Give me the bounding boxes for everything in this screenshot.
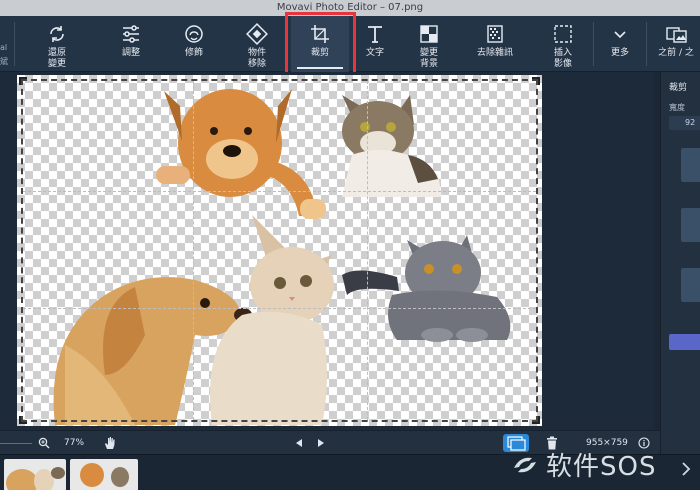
crop-handle-bottom-right[interactable] bbox=[532, 416, 540, 424]
next-image-button[interactable] bbox=[316, 431, 326, 455]
retouch-label: 修飾 bbox=[184, 48, 203, 58]
denoise-icon bbox=[487, 25, 503, 43]
watermark-text: 软件SOS bbox=[546, 452, 657, 482]
crop-handle-bottom-left[interactable] bbox=[19, 416, 27, 424]
watermark-logo bbox=[514, 457, 536, 472]
before-after-icon bbox=[666, 27, 687, 43]
before-after-label: 之前 / 之 bbox=[658, 48, 694, 58]
crop-guide-line bbox=[23, 308, 536, 309]
more-label: 更多 bbox=[610, 48, 629, 58]
crop-settings-panel: 裁剪 寬度 92 bbox=[660, 72, 700, 490]
insert-image-label: 插入 影像 bbox=[553, 48, 572, 69]
redo-changes-label: 還原 變更 bbox=[47, 48, 66, 69]
toolbar-left-fragment-bottom: 斌 bbox=[0, 57, 8, 66]
retouch-button[interactable]: 修飾 bbox=[167, 16, 221, 72]
toolbar-divider bbox=[593, 22, 594, 66]
watermark: 软件SOS bbox=[510, 446, 656, 483]
crop-handle-top-right[interactable] bbox=[532, 77, 540, 85]
zoom-level: 77% bbox=[64, 438, 85, 448]
crop-guide-line bbox=[367, 81, 368, 420]
previous-image-button[interactable] bbox=[294, 431, 304, 455]
width-label: 寬度 bbox=[669, 103, 685, 112]
workspace bbox=[0, 72, 660, 430]
thumbnail-item[interactable] bbox=[4, 459, 66, 490]
before-after-button[interactable]: 之前 / 之 bbox=[652, 16, 700, 72]
sliders-icon bbox=[123, 25, 139, 43]
crop-tool-highlight bbox=[285, 12, 356, 75]
thumbnail-preview bbox=[6, 467, 65, 490]
text-label: 文字 bbox=[365, 48, 384, 58]
image-canvas[interactable] bbox=[17, 75, 542, 426]
aspect-ratio-preset[interactable] bbox=[681, 208, 700, 242]
crop-guide-line bbox=[193, 81, 194, 420]
aspect-ratio-preset[interactable] bbox=[681, 148, 700, 182]
adjust-label: 調整 bbox=[121, 48, 140, 58]
triangle-right-icon bbox=[318, 439, 324, 447]
text-button[interactable]: 文字 bbox=[348, 16, 402, 72]
toolbar-divider bbox=[14, 22, 15, 66]
toolbar-left-fragment-top: al bbox=[0, 43, 8, 52]
chevron-right-icon bbox=[682, 462, 691, 476]
retouch-icon bbox=[185, 25, 203, 43]
hand-tool-button[interactable] bbox=[103, 431, 117, 455]
crop-handle-top-left[interactable] bbox=[19, 77, 27, 85]
thumbnail-item[interactable] bbox=[70, 459, 138, 490]
toolbar-divider bbox=[646, 22, 647, 66]
width-input[interactable]: 92 bbox=[669, 116, 700, 130]
change-background-label: 變更 背景 bbox=[419, 48, 438, 69]
zoom-slider[interactable] bbox=[0, 443, 32, 444]
more-button[interactable]: 更多 bbox=[597, 16, 643, 72]
insert-image-icon bbox=[554, 25, 572, 43]
redo-icon bbox=[50, 26, 64, 42]
zoom-in-button[interactable] bbox=[38, 431, 50, 455]
triangle-left-icon bbox=[296, 439, 302, 447]
aspect-ratio-preset[interactable] bbox=[681, 268, 700, 302]
object-removal-icon bbox=[246, 23, 268, 45]
redo-changes-button[interactable]: 還原 變更 bbox=[30, 16, 84, 72]
hand-icon bbox=[105, 437, 115, 449]
object-removal-button[interactable]: 物件 移除 bbox=[230, 16, 284, 72]
chevron-down-icon bbox=[614, 31, 626, 39]
denoise-label: 去除雜訊 bbox=[476, 48, 513, 58]
zoom-icon bbox=[38, 437, 50, 449]
adjust-button[interactable]: 調整 bbox=[104, 16, 158, 72]
change-background-button[interactable]: 變更 背景 bbox=[402, 16, 456, 72]
crop-frame[interactable] bbox=[21, 79, 538, 422]
change-background-icon bbox=[420, 25, 438, 43]
apply-crop-button[interactable] bbox=[669, 334, 700, 350]
denoise-button[interactable]: 去除雜訊 bbox=[466, 16, 524, 72]
thumbnail-next-button[interactable] bbox=[676, 460, 696, 484]
insert-image-button[interactable]: 插入 影像 bbox=[534, 16, 592, 72]
crop-guide-line bbox=[23, 191, 536, 192]
thumbnail-preview bbox=[80, 463, 129, 487]
object-removal-label: 物件 移除 bbox=[247, 48, 266, 69]
crop-panel-title: 裁剪 bbox=[669, 83, 688, 93]
text-icon bbox=[368, 26, 382, 43]
